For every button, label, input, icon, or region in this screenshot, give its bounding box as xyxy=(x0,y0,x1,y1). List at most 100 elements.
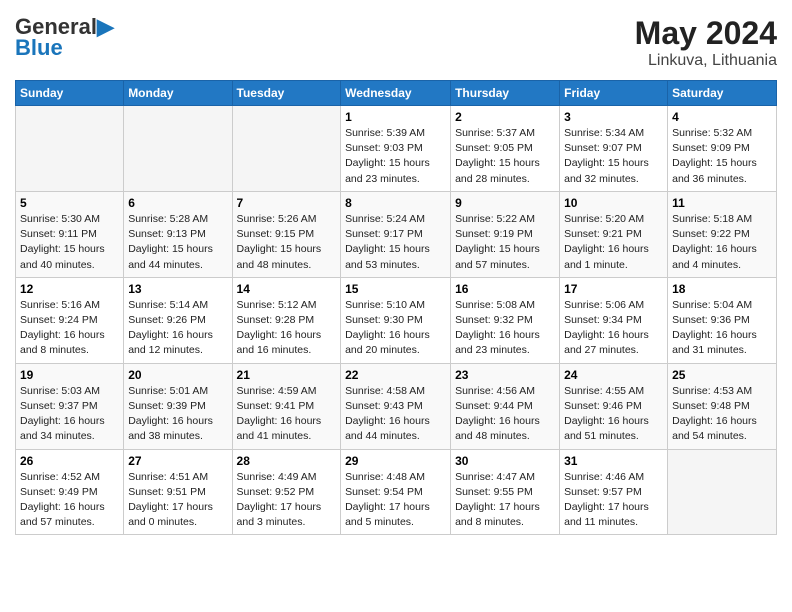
page-header: General▶ Blue May 2024 Linkuva, Lithuani… xyxy=(15,15,777,70)
calendar-cell: 9 Sunrise: 5:22 AM Sunset: 9:19 PM Daylig… xyxy=(451,191,560,277)
day-number: 9 xyxy=(455,196,555,210)
day-info: Sunrise: 5:37 AM Sunset: 9:05 PM Dayligh… xyxy=(455,126,555,187)
day-number: 8 xyxy=(345,196,446,210)
day-info: Sunrise: 5:14 AM Sunset: 9:26 PM Dayligh… xyxy=(128,298,227,359)
calendar-cell: 10Sunrise: 5:20 AM Sunset: 9:21 PM Dayli… xyxy=(560,191,668,277)
calendar-cell: 22 Sunrise: 4:58 AM Sunset: 9:43 PM Dayli… xyxy=(341,363,451,449)
day-number: 1 xyxy=(345,110,446,124)
day-info: Sunrise: 4:58 AM Sunset: 9:43 PM Dayligh… xyxy=(345,384,446,445)
day-number: 15 xyxy=(345,282,446,296)
day-number: 22 xyxy=(345,368,446,382)
calendar-cell: 28 Sunrise: 4:49 AM Sunset: 9:52 PM Dayli… xyxy=(232,449,341,535)
day-info: Sunrise: 4:51 AM Sunset: 9:51 PM Dayligh… xyxy=(128,470,227,531)
day-header-wednesday: Wednesday xyxy=(341,81,451,106)
title-block: May 2024 Linkuva, Lithuania xyxy=(635,15,777,70)
day-number: 7 xyxy=(237,196,337,210)
calendar-cell: 5Sunrise: 5:30 AM Sunset: 9:11 PM Daylig… xyxy=(16,191,124,277)
day-info: Sunrise: 5:28 AM Sunset: 9:13 PM Dayligh… xyxy=(128,212,227,273)
day-header-saturday: Saturday xyxy=(668,81,777,106)
day-info: Sunrise: 5:26 AM Sunset: 9:15 PM Dayligh… xyxy=(237,212,337,273)
day-number: 19 xyxy=(20,368,119,382)
day-header-thursday: Thursday xyxy=(451,81,560,106)
calendar-cell: 16 Sunrise: 5:08 AM Sunset: 9:32 PM Dayli… xyxy=(451,277,560,363)
calendar-cell: 7 Sunrise: 5:26 AM Sunset: 9:15 PM Daylig… xyxy=(232,191,341,277)
calendar-cell xyxy=(124,106,232,192)
day-info: Sunrise: 5:08 AM Sunset: 9:32 PM Dayligh… xyxy=(455,298,555,359)
calendar-cell: 23 Sunrise: 4:56 AM Sunset: 9:44 PM Dayli… xyxy=(451,363,560,449)
day-info: Sunrise: 4:52 AM Sunset: 9:49 PM Dayligh… xyxy=(20,470,119,531)
calendar-cell xyxy=(16,106,124,192)
day-header-sunday: Sunday xyxy=(16,81,124,106)
day-number: 14 xyxy=(237,282,337,296)
calendar-cell: 27 Sunrise: 4:51 AM Sunset: 9:51 PM Dayli… xyxy=(124,449,232,535)
week-row-4: 19 Sunrise: 5:03 AM Sunset: 9:37 PM Dayli… xyxy=(16,363,777,449)
day-number: 23 xyxy=(455,368,555,382)
day-number: 26 xyxy=(20,454,119,468)
calendar-cell: 14Sunrise: 5:12 AM Sunset: 9:28 PM Dayli… xyxy=(232,277,341,363)
calendar-body: 1 Sunrise: 5:39 AM Sunset: 9:03 PM Daylig… xyxy=(16,106,777,535)
calendar-cell: 18 Sunrise: 5:04 AM Sunset: 9:36 PM Dayli… xyxy=(668,277,777,363)
day-number: 24 xyxy=(564,368,663,382)
calendar-cell xyxy=(232,106,341,192)
day-number: 20 xyxy=(128,368,227,382)
calendar-cell: 19 Sunrise: 5:03 AM Sunset: 9:37 PM Dayli… xyxy=(16,363,124,449)
calendar-cell: 31 Sunrise: 4:46 AM Sunset: 9:57 PM Dayli… xyxy=(560,449,668,535)
day-number: 11 xyxy=(672,196,772,210)
day-info: Sunrise: 5:39 AM Sunset: 9:03 PM Dayligh… xyxy=(345,126,446,187)
day-header-tuesday: Tuesday xyxy=(232,81,341,106)
day-info: Sunrise: 4:46 AM Sunset: 9:57 PM Dayligh… xyxy=(564,470,663,531)
calendar-cell: 4 Sunrise: 5:32 AM Sunset: 9:09 PM Daylig… xyxy=(668,106,777,192)
day-number: 31 xyxy=(564,454,663,468)
calendar-cell: 6 Sunrise: 5:28 AM Sunset: 9:13 PM Daylig… xyxy=(124,191,232,277)
calendar-cell: 29 Sunrise: 4:48 AM Sunset: 9:54 PM Dayli… xyxy=(341,449,451,535)
day-number: 2 xyxy=(455,110,555,124)
day-info: Sunrise: 4:59 AM Sunset: 9:41 PM Dayligh… xyxy=(237,384,337,445)
day-info: Sunrise: 5:22 AM Sunset: 9:19 PM Dayligh… xyxy=(455,212,555,273)
day-number: 3 xyxy=(564,110,663,124)
day-info: Sunrise: 5:32 AM Sunset: 9:09 PM Dayligh… xyxy=(672,126,772,187)
day-info: Sunrise: 5:30 AM Sunset: 9:11 PM Dayligh… xyxy=(20,212,119,273)
day-info: Sunrise: 5:18 AM Sunset: 9:22 PM Dayligh… xyxy=(672,212,772,273)
calendar-cell: 17Sunrise: 5:06 AM Sunset: 9:34 PM Dayli… xyxy=(560,277,668,363)
day-number: 21 xyxy=(237,368,337,382)
day-info: Sunrise: 5:10 AM Sunset: 9:30 PM Dayligh… xyxy=(345,298,446,359)
day-info: Sunrise: 4:47 AM Sunset: 9:55 PM Dayligh… xyxy=(455,470,555,531)
calendar-cell: 15 Sunrise: 5:10 AM Sunset: 9:30 PM Dayli… xyxy=(341,277,451,363)
calendar-cell: 2 Sunrise: 5:37 AM Sunset: 9:05 PM Daylig… xyxy=(451,106,560,192)
calendar-cell: 8 Sunrise: 5:24 AM Sunset: 9:17 PM Daylig… xyxy=(341,191,451,277)
week-row-5: 26 Sunrise: 4:52 AM Sunset: 9:49 PM Dayli… xyxy=(16,449,777,535)
day-info: Sunrise: 5:24 AM Sunset: 9:17 PM Dayligh… xyxy=(345,212,446,273)
week-row-3: 12 Sunrise: 5:16 AM Sunset: 9:24 PM Dayli… xyxy=(16,277,777,363)
week-row-1: 1 Sunrise: 5:39 AM Sunset: 9:03 PM Daylig… xyxy=(16,106,777,192)
day-info: Sunrise: 5:16 AM Sunset: 9:24 PM Dayligh… xyxy=(20,298,119,359)
day-info: Sunrise: 5:01 AM Sunset: 9:39 PM Dayligh… xyxy=(128,384,227,445)
month-year-title: May 2024 xyxy=(635,15,777,52)
calendar-cell: 21 Sunrise: 4:59 AM Sunset: 9:41 PM Dayli… xyxy=(232,363,341,449)
day-number: 6 xyxy=(128,196,227,210)
calendar-cell: 1 Sunrise: 5:39 AM Sunset: 9:03 PM Daylig… xyxy=(341,106,451,192)
calendar-cell: 13Sunrise: 5:14 AM Sunset: 9:26 PM Dayli… xyxy=(124,277,232,363)
day-info: Sunrise: 4:48 AM Sunset: 9:54 PM Dayligh… xyxy=(345,470,446,531)
day-number: 16 xyxy=(455,282,555,296)
calendar-cell: 26 Sunrise: 4:52 AM Sunset: 9:49 PM Dayli… xyxy=(16,449,124,535)
calendar-cell: 3Sunrise: 5:34 AM Sunset: 9:07 PM Daylig… xyxy=(560,106,668,192)
calendar-cell: 24 Sunrise: 4:55 AM Sunset: 9:46 PM Dayli… xyxy=(560,363,668,449)
day-number: 28 xyxy=(237,454,337,468)
day-info: Sunrise: 4:55 AM Sunset: 9:46 PM Dayligh… xyxy=(564,384,663,445)
day-number: 4 xyxy=(672,110,772,124)
day-header-friday: Friday xyxy=(560,81,668,106)
day-info: Sunrise: 4:56 AM Sunset: 9:44 PM Dayligh… xyxy=(455,384,555,445)
calendar-cell: 11 Sunrise: 5:18 AM Sunset: 9:22 PM Dayli… xyxy=(668,191,777,277)
day-info: Sunrise: 5:03 AM Sunset: 9:37 PM Dayligh… xyxy=(20,384,119,445)
day-number: 29 xyxy=(345,454,446,468)
week-row-2: 5Sunrise: 5:30 AM Sunset: 9:11 PM Daylig… xyxy=(16,191,777,277)
day-info: Sunrise: 4:49 AM Sunset: 9:52 PM Dayligh… xyxy=(237,470,337,531)
day-number: 18 xyxy=(672,282,772,296)
location-subtitle: Linkuva, Lithuania xyxy=(635,52,777,70)
day-number: 30 xyxy=(455,454,555,468)
day-number: 27 xyxy=(128,454,227,468)
day-number: 12 xyxy=(20,282,119,296)
calendar-cell: 12 Sunrise: 5:16 AM Sunset: 9:24 PM Dayli… xyxy=(16,277,124,363)
day-info: Sunrise: 5:04 AM Sunset: 9:36 PM Dayligh… xyxy=(672,298,772,359)
calendar-cell: 25Sunrise: 4:53 AM Sunset: 9:48 PM Dayli… xyxy=(668,363,777,449)
